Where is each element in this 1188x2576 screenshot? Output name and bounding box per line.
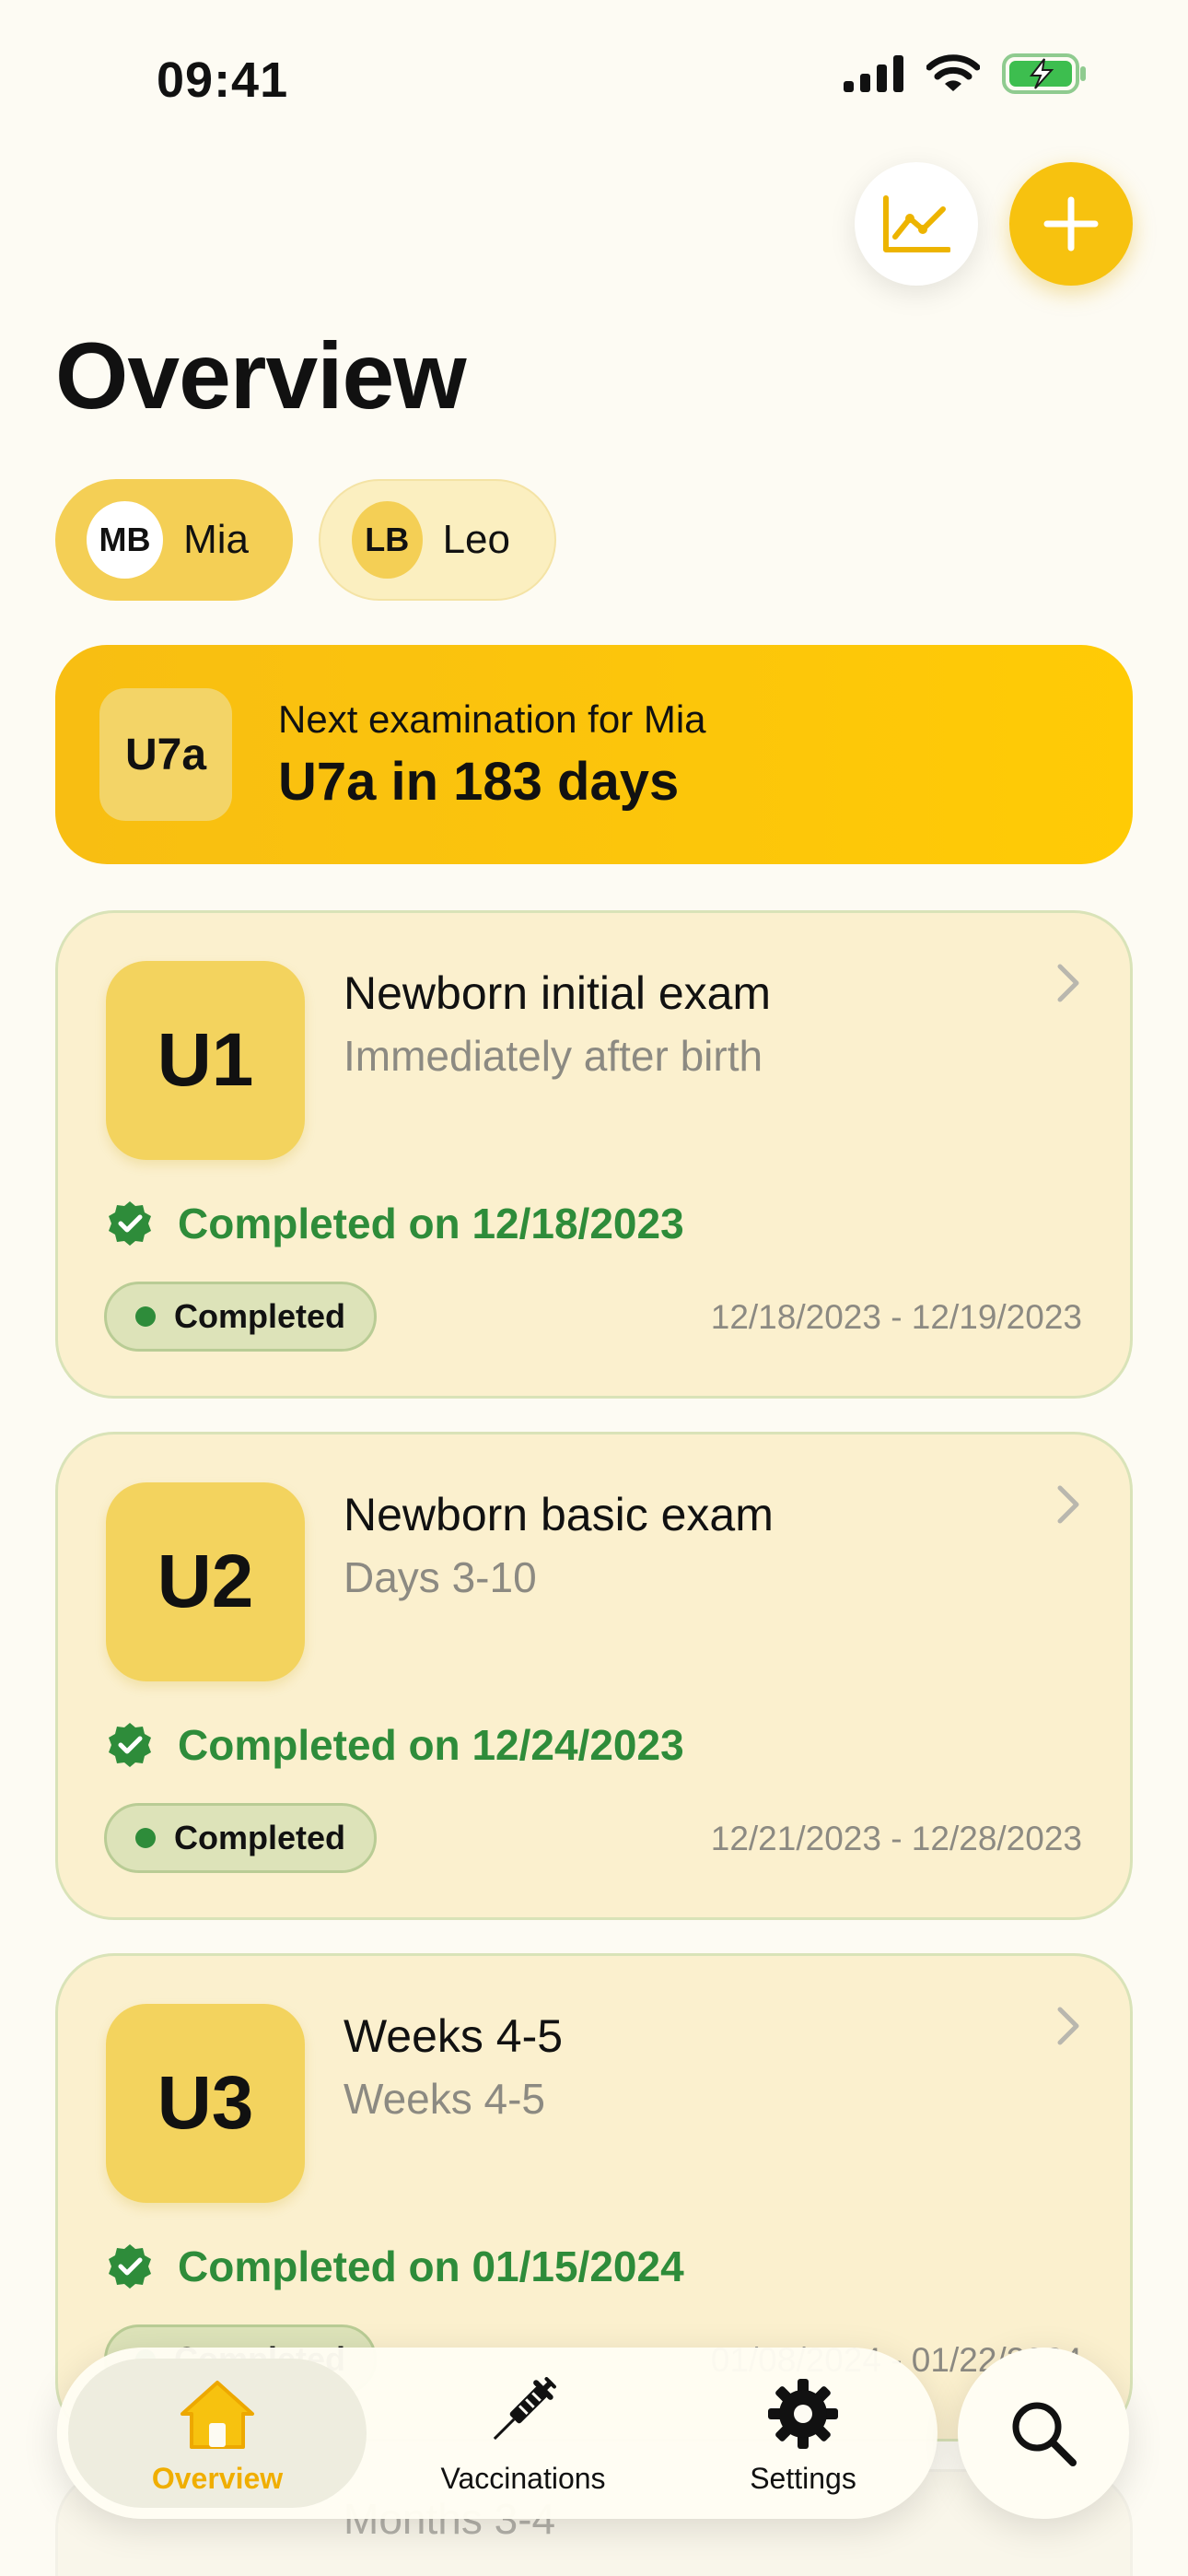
exam-code-badge: U3 <box>106 2004 305 2203</box>
wifi-icon <box>926 54 980 91</box>
tab-label: Settings <box>750 2461 856 2495</box>
tab-overview[interactable]: Overview <box>68 2359 367 2508</box>
child-name: Mia <box>183 517 249 562</box>
exam-date-range: 12/21/2023 - 12/28/2023 <box>710 1820 1082 1857</box>
battery-charging-icon <box>1002 53 1086 94</box>
completed-date-text: Completed on 01/15/2024 <box>178 2242 684 2290</box>
home-icon <box>181 2380 254 2449</box>
tab-bar: Overview Vaccinations Settings <box>57 2348 938 2519</box>
completed-date-text: Completed on 12/24/2023 <box>178 1721 684 1769</box>
add-button[interactable] <box>1009 162 1133 286</box>
syringe-icon <box>493 2376 556 2440</box>
next-exam-badge: U7a <box>99 688 232 821</box>
avatar: MB <box>87 501 164 579</box>
exam-title: Newborn basic exam <box>344 1489 774 1540</box>
exam-date-range: 12/18/2023 - 12/19/2023 <box>710 1298 1082 1336</box>
exam-title: Newborn initial exam <box>344 967 772 1019</box>
status-dot <box>134 1306 156 1327</box>
search-button[interactable] <box>958 2348 1129 2519</box>
next-examination-banner[interactable]: U7a Next examination for Mia U7a in 183 … <box>55 645 1133 864</box>
page-title: Overview <box>55 323 467 428</box>
chevron-right-icon <box>1057 1485 1079 1524</box>
tab-vaccinations[interactable]: Vaccinations <box>385 2359 661 2508</box>
exam-card-u1[interactable]: U1 Newborn initial exam Immediately afte… <box>55 910 1133 1399</box>
exam-card-u2[interactable]: U2 Newborn basic exam Days 3-10 Complete… <box>55 1432 1133 1920</box>
exam-title: Weeks 4-5 <box>344 2010 564 2062</box>
completed-line: Completed on 12/18/2023 <box>106 1199 684 1248</box>
next-exam-countdown: U7a in 183 days <box>278 751 680 812</box>
search-icon <box>1012 2402 1077 2466</box>
cellular-signal-icon <box>844 55 903 92</box>
exam-code-badge: U1 <box>106 961 305 1160</box>
completed-date-text: Completed on 12/18/2023 <box>178 1200 684 1247</box>
status-icons <box>844 53 1087 94</box>
gear-icon <box>768 2378 838 2449</box>
avatar: LB <box>352 501 423 579</box>
tab-settings[interactable]: Settings <box>680 2359 926 2508</box>
chevron-right-icon <box>1057 2007 1079 2045</box>
tab-label: Vaccinations <box>440 2461 606 2495</box>
tab-label: Overview <box>151 2461 284 2495</box>
exam-subtitle: Immediately after birth <box>344 1032 763 1080</box>
status-time: 09:41 <box>157 53 289 108</box>
next-exam-label: Next examination for Mia <box>278 697 706 741</box>
line-chart-icon <box>883 195 950 252</box>
completed-line: Completed on 01/15/2024 <box>106 2242 684 2291</box>
status-label: Completed <box>173 1297 345 1335</box>
chevron-right-icon <box>1057 964 1079 1002</box>
verified-check-icon <box>109 2244 151 2289</box>
exam-subtitle: Weeks 4-5 <box>344 2075 546 2123</box>
completed-line: Completed on 12/24/2023 <box>106 1720 684 1770</box>
exam-subtitle: Days 3-10 <box>344 1553 537 1601</box>
child-chip-mia[interactable]: MB Mia <box>55 479 293 601</box>
plus-icon <box>1043 196 1099 252</box>
status-badge: Completed <box>104 1282 377 1352</box>
child-chip-leo[interactable]: LB Leo <box>319 479 556 601</box>
status-label: Completed <box>173 1819 345 1856</box>
status-dot <box>134 1828 156 1848</box>
child-name: Leo <box>442 517 510 562</box>
statistics-button[interactable] <box>855 162 978 286</box>
verified-check-icon <box>109 1201 151 1246</box>
exam-code-badge: U2 <box>106 1482 305 1681</box>
verified-check-icon <box>109 1723 151 1767</box>
status-badge: Completed <box>104 1803 377 1873</box>
status-bar: 09:41 <box>0 0 1188 157</box>
